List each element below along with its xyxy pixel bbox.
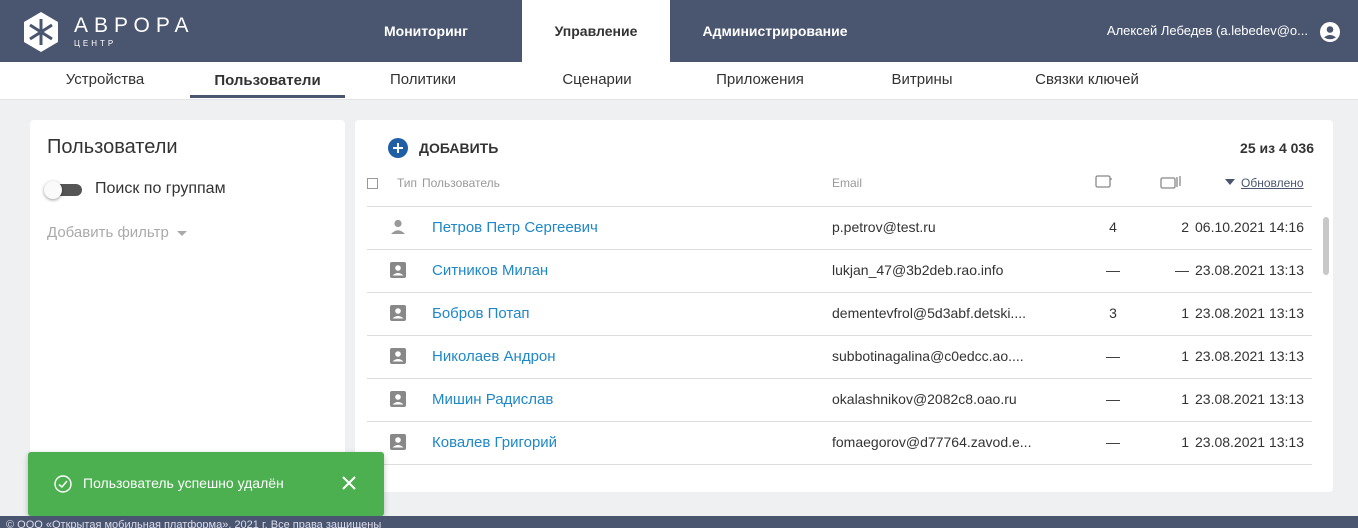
- user-circle-icon[interactable]: [1320, 22, 1340, 42]
- check-circle-icon: [54, 475, 72, 493]
- dropdown-arrow-icon: [176, 231, 187, 237]
- phone-count: —: [1106, 348, 1120, 364]
- updated-date: 23.08.2021 13:13: [1195, 391, 1304, 407]
- subtab-applications[interactable]: Приложения: [692, 62, 828, 98]
- table-row[interactable]: Ситников Милан lukjan_47@3b2deb.rao.info —…: [367, 249, 1312, 292]
- subtab-devices[interactable]: Устройства: [40, 62, 170, 98]
- add-user-button[interactable]: ДОБАВИТЬ: [388, 137, 498, 159]
- phone-icon[interactable]: [1095, 175, 1113, 189]
- table-row[interactable]: Петров Петр Сергеевич p.petrov@test.ru 4 2 0…: [367, 206, 1312, 249]
- sort-down-icon[interactable]: [1225, 179, 1235, 186]
- contact-card-icon: [389, 261, 407, 279]
- user-email: fomaegorov@d77764.zavod.e...: [832, 434, 1032, 450]
- brand-name: АВРОРА: [74, 14, 195, 37]
- user-name-link[interactable]: Ковалев Григорий: [432, 434, 557, 451]
- copyright: © ООО «Открытая мобильная платформа», 20…: [6, 519, 382, 528]
- toggle-knob: [44, 181, 62, 199]
- contact-card-icon: [389, 347, 407, 365]
- plus-circle-icon: [388, 138, 408, 158]
- header-user[interactable]: Пользователь: [422, 176, 500, 190]
- scrollbar-thumb[interactable]: [1323, 217, 1329, 275]
- user-name-link[interactable]: Бобров Потап: [432, 305, 530, 322]
- group-search-label: Поиск по группам: [95, 180, 226, 197]
- phone-count: 4: [1109, 219, 1117, 235]
- group-search-toggle[interactable]: [44, 181, 82, 199]
- add-label: ДОБАВИТЬ: [419, 140, 499, 156]
- phone-count: —: [1106, 391, 1120, 407]
- updated-date: 23.08.2021 13:13: [1195, 434, 1304, 450]
- table-header: Тип Пользователь Email Обновлено: [355, 172, 1333, 200]
- user-name-link[interactable]: Ситников Милан: [432, 262, 548, 279]
- sub-navigation: Устройства Пользователи Политики Сценари…: [0, 62, 1358, 100]
- contact-card-icon: [389, 433, 407, 451]
- subtab-scenarios[interactable]: Сценарии: [537, 62, 657, 98]
- subtab-users[interactable]: Пользователи: [190, 62, 345, 98]
- tablet-count: 2: [1181, 219, 1189, 235]
- header-updated[interactable]: Обновлено: [1241, 176, 1304, 190]
- user-email: p.petrov@test.ru: [832, 219, 936, 235]
- updated-date: 23.08.2021 13:13: [1195, 348, 1304, 364]
- table-row[interactable]: Мишин Радислав okalashnikov@2082c8.oao.ru…: [367, 378, 1312, 421]
- tablet-icon[interactable]: [1160, 175, 1182, 189]
- footer: © ООО «Открытая мобильная платформа», 20…: [0, 516, 1358, 528]
- close-icon[interactable]: [340, 474, 358, 492]
- toast-message: Пользователь успешно удалён: [83, 475, 284, 491]
- users-table-panel: ДОБАВИТЬ 25 из 4 036 Тип Пользователь Em…: [355, 120, 1333, 492]
- table-row[interactable]: Ковалев Григорий fomaegorov@d77764.zavod.…: [367, 421, 1312, 464]
- brand-subtitle: ЦЕНТР: [74, 39, 117, 48]
- current-user[interactable]: Алексей Лебедев (a.lebedev@o...: [1107, 0, 1308, 62]
- user-name-link[interactable]: Мишин Радислав: [432, 391, 553, 408]
- tab-monitoring[interactable]: Мониторинг: [352, 0, 500, 62]
- updated-date: 23.08.2021 13:13: [1195, 262, 1304, 278]
- filter-panel: Пользователи Поиск по группам Добавить ф…: [30, 120, 345, 500]
- header-email[interactable]: Email: [832, 176, 862, 190]
- user-email: dementevfrol@5d3abf.detski....: [832, 305, 1026, 321]
- user-email: okalashnikov@2082c8.oao.ru: [832, 391, 1017, 407]
- panel-title: Пользователи: [47, 136, 178, 158]
- tablet-count: 1: [1181, 348, 1189, 364]
- user-email: lukjan_47@3b2deb.rao.info: [832, 262, 1004, 278]
- tablet-count: 1: [1181, 391, 1189, 407]
- tab-administration[interactable]: Администрирование: [690, 0, 860, 62]
- updated-date: 06.10.2021 14:16: [1195, 219, 1304, 235]
- phone-count: —: [1106, 262, 1120, 278]
- add-filter-button[interactable]: Добавить фильтр: [47, 224, 187, 241]
- updated-date: 23.08.2021 13:13: [1195, 305, 1304, 321]
- header-type: Тип: [397, 176, 418, 190]
- select-all-checkbox[interactable]: [367, 178, 378, 189]
- table-row[interactable]: Николаев Андрон subbotinagalina@c0edcc.ao…: [367, 335, 1312, 378]
- table-row[interactable]: Бобров Потап dementevfrol@5d3abf.detski..…: [367, 292, 1312, 335]
- tab-management[interactable]: Управление: [522, 0, 670, 62]
- user-name-link[interactable]: Петров Петр Сергеевич: [432, 219, 598, 236]
- phone-count: 3: [1109, 305, 1117, 321]
- contact-card-icon: [389, 390, 407, 408]
- subtab-storefronts[interactable]: Витрины: [862, 62, 982, 98]
- tablet-count: 1: [1181, 305, 1189, 321]
- top-bar: АВРОРА ЦЕНТР Мониторинг Управление Админ…: [0, 0, 1358, 62]
- aurora-logo-icon: [24, 12, 58, 52]
- tablet-count: —: [1175, 262, 1189, 278]
- user-name-link[interactable]: Николаев Андрон: [432, 348, 556, 365]
- result-count: 25 из 4 036: [1240, 140, 1314, 156]
- user-email: subbotinagalina@c0edcc.ao....: [832, 348, 1024, 364]
- success-toast: Пользователь успешно удалён: [28, 452, 384, 516]
- contact-card-icon: [389, 304, 407, 322]
- tablet-count: 1: [1181, 434, 1189, 450]
- logo[interactable]: АВРОРА ЦЕНТР: [20, 10, 195, 54]
- table-bottom-border: [367, 464, 1312, 465]
- person-icon: [389, 218, 407, 236]
- subtab-keychains[interactable]: Связки ключей: [1017, 62, 1157, 98]
- add-filter-label: Добавить фильтр: [47, 224, 169, 241]
- phone-count: —: [1106, 434, 1120, 450]
- subtab-policies[interactable]: Политики: [363, 62, 483, 98]
